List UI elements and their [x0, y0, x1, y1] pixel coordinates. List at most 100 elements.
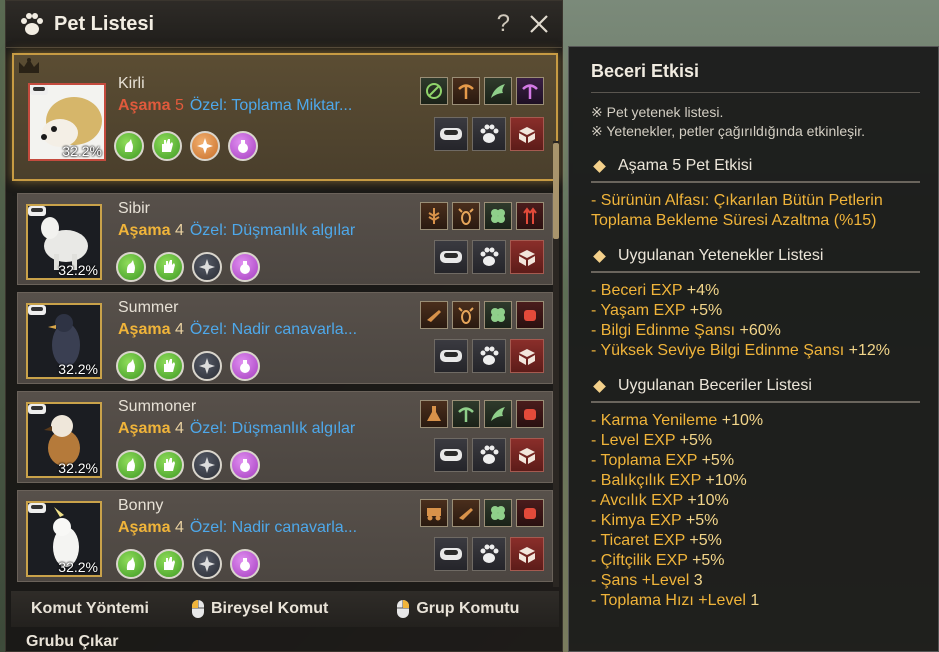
- pet-info-button[interactable]: [472, 339, 506, 373]
- food-bowl-icon: [30, 85, 48, 95]
- pickaxe-talent-icon[interactable]: [452, 77, 480, 105]
- pouch-skill-icon[interactable]: [230, 549, 260, 579]
- wing-talent-icon[interactable]: [484, 77, 512, 105]
- left-mouse-icon: [191, 600, 204, 618]
- clover-talent-icon[interactable]: [484, 301, 512, 329]
- group-command-button[interactable]: Grup Komutu: [396, 599, 519, 619]
- cat-skill-icon[interactable]: [116, 450, 146, 480]
- pet-portrait: 32.2%: [26, 204, 102, 280]
- compass-skill-icon[interactable]: [192, 252, 222, 282]
- clover-talent-icon[interactable]: [484, 499, 512, 527]
- wing-talent-icon[interactable]: [484, 400, 512, 428]
- scroll-thumb[interactable]: [553, 143, 559, 239]
- stage-label: Aşama: [118, 97, 171, 114]
- gun-talent-icon[interactable]: [452, 499, 480, 527]
- individual-command-label: Bireysel Komut: [210, 600, 329, 617]
- feed-button[interactable]: [434, 339, 468, 373]
- skill-effect-line: - Karma Yenileme +10%: [591, 412, 764, 429]
- food-bowl-icon: [28, 206, 46, 216]
- skill-effect-line: - Kimya EXP +5%: [591, 512, 719, 529]
- hand-skill-icon[interactable]: [152, 131, 182, 161]
- fist-talent-icon[interactable]: [516, 499, 544, 527]
- skill-effect-line: - Şans +Level 3: [591, 572, 703, 589]
- food-bowl-icon: [28, 404, 46, 414]
- stage-label: Aşama: [118, 222, 171, 239]
- command-method-label: Komut Yöntemi: [31, 600, 149, 617]
- pet-card-summer[interactable]: 32.2% Summer Aşama 4 Özel: Nadir canavarl…: [17, 292, 553, 384]
- bee-talent-icon[interactable]: [452, 301, 480, 329]
- cat-skill-icon[interactable]: [114, 131, 144, 161]
- summon-button[interactable]: [510, 438, 544, 472]
- pouch-skill-icon[interactable]: [230, 252, 260, 282]
- pet-list-scrollbar[interactable]: [553, 141, 559, 587]
- pouch-skill-icon[interactable]: [228, 131, 258, 161]
- compass-skill-icon[interactable]: [192, 549, 222, 579]
- skill-effect-line: - Çiftçilik EXP +5%: [591, 552, 725, 569]
- unsummon-button[interactable]: [510, 117, 544, 151]
- talent-icons: [420, 301, 544, 329]
- feed-button[interactable]: [434, 537, 468, 571]
- bee-talent-icon[interactable]: [452, 202, 480, 230]
- pet-info-button[interactable]: [472, 438, 506, 472]
- remove-group-button[interactable]: Grubu Çıkar: [26, 633, 118, 651]
- talent-effect-line: - Yüksek Seviye Bilgi Edinme Şansı +12%: [591, 342, 890, 359]
- crown-icon: [19, 58, 39, 73]
- pet-card-sibir[interactable]: 32.2% Sibir Aşama 4 Özel: Düşmanlık algıl…: [17, 193, 553, 285]
- hand-skill-icon[interactable]: [154, 351, 184, 381]
- arrows-talent-icon[interactable]: [516, 202, 544, 230]
- pet-info-button[interactable]: [472, 537, 506, 571]
- fist-talent-icon[interactable]: [516, 301, 544, 329]
- gun-talent-icon[interactable]: [420, 301, 448, 329]
- pickaxe-talent-icon[interactable]: [452, 400, 480, 428]
- feed-button[interactable]: [434, 240, 468, 274]
- cat-skill-icon[interactable]: [116, 252, 146, 282]
- skill-effect-panel: Beceri Etkisi ※ Pet yetenek listesi. ※ Y…: [568, 46, 939, 652]
- pet-portrait: 32.2%: [26, 402, 102, 478]
- hand-skill-icon[interactable]: [154, 252, 184, 282]
- compass-skill-icon[interactable]: [192, 351, 222, 381]
- hand-skill-icon[interactable]: [154, 549, 184, 579]
- close-icon[interactable]: [528, 13, 550, 35]
- pet-portrait: 32.2%: [28, 83, 106, 161]
- talent-icons: [420, 202, 544, 230]
- cat-skill-icon[interactable]: [116, 549, 146, 579]
- stage-suffix: Pet Etkisi: [685, 157, 753, 174]
- summon-button[interactable]: [510, 339, 544, 373]
- stage-effect-line: Toplama Bekleme Süresi Azaltma (%15): [591, 212, 877, 229]
- diamond-bullet-icon: [593, 159, 606, 173]
- cat-skill-icon[interactable]: [116, 351, 146, 381]
- skill-icons: [116, 450, 260, 480]
- hunger-percent: 32.2%: [58, 361, 98, 377]
- clover-talent-icon[interactable]: [484, 202, 512, 230]
- help-icon[interactable]: ?: [497, 10, 510, 38]
- wheat-talent-icon[interactable]: [420, 202, 448, 230]
- command-bar: Komut Yöntemi Bireysel Komut Grup Komutu: [11, 591, 559, 627]
- note-line: ※ Pet yetenek listesi.: [591, 104, 724, 120]
- pet-info-button[interactable]: [472, 117, 506, 151]
- pouch-skill-icon[interactable]: [230, 450, 260, 480]
- summon-button[interactable]: [510, 240, 544, 274]
- pet-card-kirli[interactable]: 32.2% Kirli Aşama 5 Özel: Toplama Miktar.…: [12, 53, 558, 181]
- pet-card-summoner[interactable]: 32.2% Summoner Aşama 4 Özel: Düşmanlık al…: [17, 391, 553, 483]
- feed-button[interactable]: [434, 117, 468, 151]
- hand-skill-icon[interactable]: [154, 450, 184, 480]
- feed-button[interactable]: [434, 438, 468, 472]
- fist-talent-icon[interactable]: [516, 400, 544, 428]
- individual-command-button[interactable]: Bireysel Komut: [191, 599, 328, 619]
- talent-icons: [420, 400, 544, 428]
- wagon-talent-icon[interactable]: [420, 499, 448, 527]
- pet-card-bonny[interactable]: 32.2% Bonny Aşama 4 Özel: Nadir canavarla…: [17, 490, 553, 582]
- gather-talent-icon[interactable]: [420, 77, 448, 105]
- flask-talent-icon[interactable]: [420, 400, 448, 428]
- tool-talent-icon[interactable]: [516, 77, 544, 105]
- pouch-skill-icon[interactable]: [230, 351, 260, 381]
- compass-skill-icon[interactable]: [190, 131, 220, 161]
- pet-info-button[interactable]: [472, 240, 506, 274]
- pet-list-window: Pet Listesi ? 32.2% Kirli Aşama 5 Özel: …: [5, 0, 563, 652]
- skill-icons: [116, 252, 260, 282]
- summon-button[interactable]: [510, 537, 544, 571]
- stage-number: 4: [174, 420, 184, 437]
- title-bar[interactable]: Pet Listesi ?: [6, 1, 562, 48]
- compass-skill-icon[interactable]: [192, 450, 222, 480]
- pet-actions: [434, 537, 544, 571]
